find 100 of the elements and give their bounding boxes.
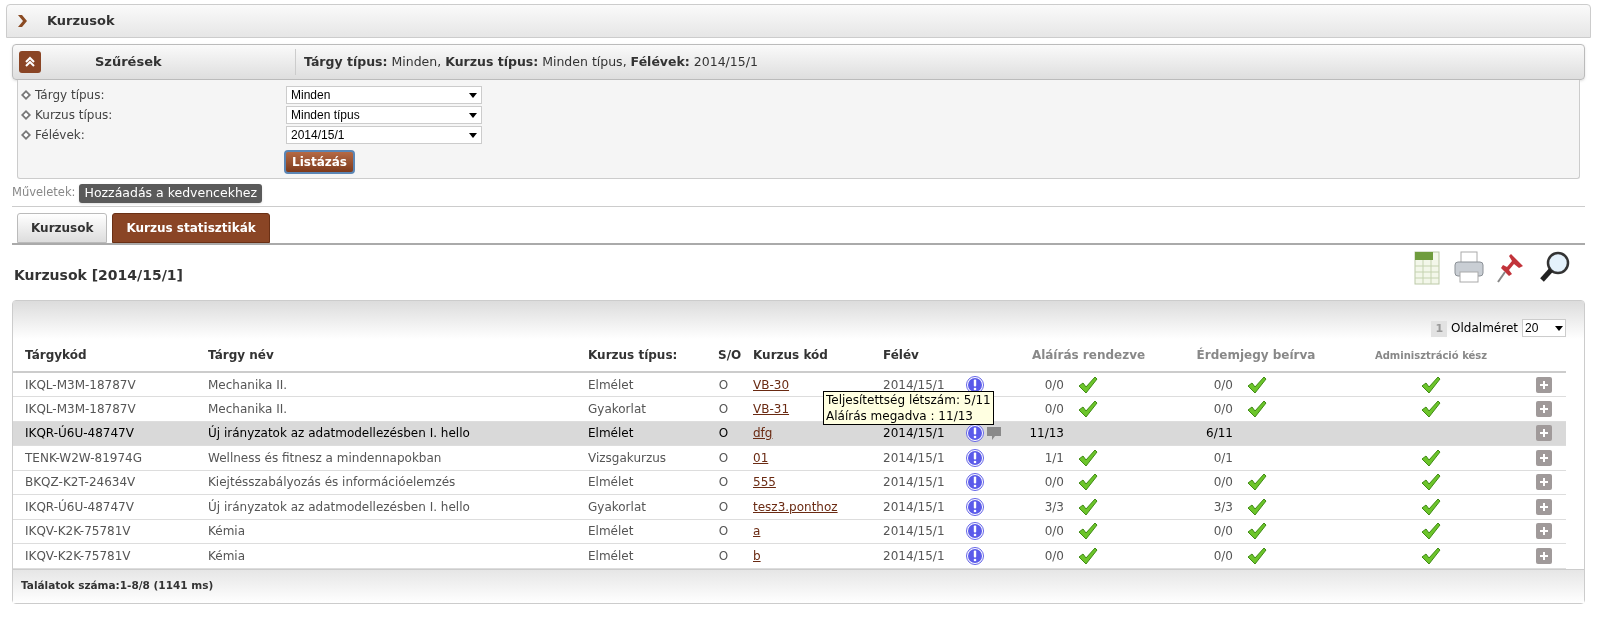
caret-icon [469, 92, 477, 98]
column-header: Adminisztráció kész [1374, 350, 1488, 361]
table-cell-text: 0/0 [1212, 547, 1233, 565]
table-cell: IKQV-K2K-75781V [25, 524, 131, 539]
page-size-select[interactable]: 20 [1522, 319, 1566, 337]
list-button[interactable]: Listázás [284, 150, 355, 174]
tab[interactable]: Kurzus statisztikák [112, 213, 270, 243]
course-link[interactable]: VB-30 [753, 377, 790, 392]
double-chevron-icon [25, 56, 35, 68]
actions-label: Műveletek: [12, 184, 76, 202]
table-cell-text: 0/0 [1212, 400, 1233, 418]
table-cell-text: 3/3 [1043, 498, 1064, 516]
table-cell: Wellness és fitnesz a mindennapokban [208, 450, 442, 465]
column-header: Kurzus típus: [588, 348, 678, 362]
course-link[interactable]: 555 [753, 475, 776, 490]
select-field[interactable]: 2014/15/1 [286, 126, 482, 144]
result-count: Találatok száma:1-8/8 (1141 ms) [21, 578, 214, 594]
course-link[interactable]: dfg [753, 426, 773, 441]
table-row[interactable]: TENK-W2W-81974G Wellness és fitnesz a mindennapokban Vizsgakurzus O 01 2014/15/1 1/1 0/1 [13, 445, 1566, 470]
table-cell: Gyakorlat [588, 401, 646, 416]
page-title: Kurzusok [47, 12, 115, 31]
table-cell-text: 0/0 [1043, 547, 1064, 565]
plus-icon [1538, 477, 1549, 488]
expand-button[interactable] [1535, 425, 1552, 442]
table-row[interactable]: IKQV-K2K-75781V Kémia Elmélet O a 2014/15/1 0/0 0/0 [13, 519, 1566, 544]
table-cell-text: 11/13 [1028, 425, 1064, 443]
table-row[interactable]: IKQV-K2K-75781V Kémia Elmélet O b 2014/15/1 0/0 0/0 [13, 543, 1566, 568]
column-header: Tárgy név [208, 348, 274, 362]
table-cell: Mechanika II. [208, 401, 288, 416]
table-row[interactable]: BKQZ-K2T-24634V Kiejtésszabályozás és információelemzés Elmélet O 555 2014/15/1 0/0 0/0 [13, 470, 1566, 495]
table-cell: 2014/15/1 [883, 426, 945, 441]
course-link[interactable]: b [753, 548, 761, 563]
field-label: Kurzus típus: [35, 107, 113, 124]
page-size-label: Oldalméret [1451, 320, 1518, 337]
select-field[interactable]: Minden típus [286, 106, 482, 124]
plus-icon [1538, 501, 1549, 512]
table-cell: O [718, 401, 729, 416]
expand-button[interactable] [1535, 449, 1552, 466]
table-cell-text: 0/1 [1212, 449, 1233, 467]
caret-icon [469, 132, 477, 138]
column-header: Érdemjegy beírva [1196, 348, 1316, 362]
field-label: Félévek: [35, 127, 85, 144]
table-cell: Mechanika II. [208, 377, 288, 392]
table-cell-text: 1/1 [1043, 449, 1064, 467]
spreadsheet-icon[interactable] [1413, 249, 1441, 286]
course-link[interactable]: 01 [753, 450, 769, 465]
table-cell-text: 3/3 [1212, 498, 1233, 516]
table-cell: Elmélet [588, 475, 634, 490]
column-header: S/O [718, 348, 742, 362]
table-cell-text: 0/0 [1212, 474, 1233, 492]
collapse-button[interactable] [19, 51, 41, 73]
select-field[interactable]: Minden [286, 86, 482, 104]
bullet-icon [21, 110, 31, 120]
table-cell-text: 0/0 [1212, 376, 1233, 394]
table-cell: 2014/15/1 [883, 548, 945, 563]
table-cell: IKQR-Ú6U-48747V [25, 499, 134, 514]
expand-button[interactable] [1535, 400, 1552, 417]
expand-button[interactable] [1535, 547, 1552, 564]
printer-icon[interactable] [1453, 249, 1485, 286]
table-cell-text: 6/11 [1205, 425, 1233, 443]
tab[interactable]: Kurzusok [17, 213, 108, 243]
table-cell: IKQR-Ú6U-48747V [25, 426, 134, 441]
field-label: Tárgy típus: [35, 87, 105, 104]
table-cell: Elmélet [588, 377, 634, 392]
table-cell: Vizsgakurzus [588, 450, 667, 465]
table-cell: 2014/15/1 [883, 524, 945, 539]
table-cell: 2014/15/1 [883, 450, 945, 465]
expand-button[interactable] [1535, 474, 1552, 491]
table-cell: O [718, 524, 729, 539]
column-header: Félév [883, 348, 919, 362]
table-cell: O [718, 377, 729, 392]
table-cell: BKQZ-K2T-24634V [25, 475, 136, 490]
table-cell-text: 0/0 [1212, 523, 1233, 541]
info-icon[interactable] [966, 424, 984, 443]
course-link[interactable]: a [753, 524, 761, 539]
chevron-icon [17, 15, 27, 27]
table-cell: O [718, 548, 729, 563]
table-cell: Elmélet [588, 426, 634, 441]
table-cell: 2014/15/1 [883, 499, 945, 514]
caret-icon [1555, 325, 1563, 331]
table-cell: O [718, 475, 729, 490]
table-cell: Új irányzatok az adatmodellezésben I. hello [208, 499, 470, 514]
table-cell: Kiejtésszabályozás és információelemzés [208, 475, 456, 490]
expand-button[interactable] [1535, 498, 1552, 515]
bullet-icon [21, 90, 31, 100]
expand-button[interactable] [1535, 376, 1552, 393]
expand-button[interactable] [1535, 523, 1552, 540]
table-cell: Kémia [208, 524, 246, 539]
plus-icon [1538, 403, 1549, 414]
table-cell: Új irányzatok az adatmodellezésben I. hello [208, 426, 470, 441]
bullet-icon [21, 130, 31, 140]
tooltip: Teljesítettség létszám: 5/11 Aláírás megadva : 11/13 [823, 391, 994, 425]
caret-icon [469, 112, 477, 118]
course-link[interactable]: tesz3.ponthoz [753, 499, 838, 514]
table-cell: O [718, 499, 729, 514]
column-header: Kurzus kód [753, 348, 828, 362]
table-row[interactable]: IKQR-Ú6U-48747V Új irányzatok az adatmodellezésben I. hello Gyakorlat O tesz3.ponthoz 2014/15/1 3/3 3/3 [13, 494, 1566, 519]
filter-summary: Tárgy típus: Minden, Kurzus típus: Minden típus, Félévek: 2014/15/1 [304, 52, 758, 71]
favorites-button[interactable]: Hozzáadás a kedvencekhez [79, 183, 263, 203]
course-link[interactable]: VB-31 [753, 401, 790, 416]
